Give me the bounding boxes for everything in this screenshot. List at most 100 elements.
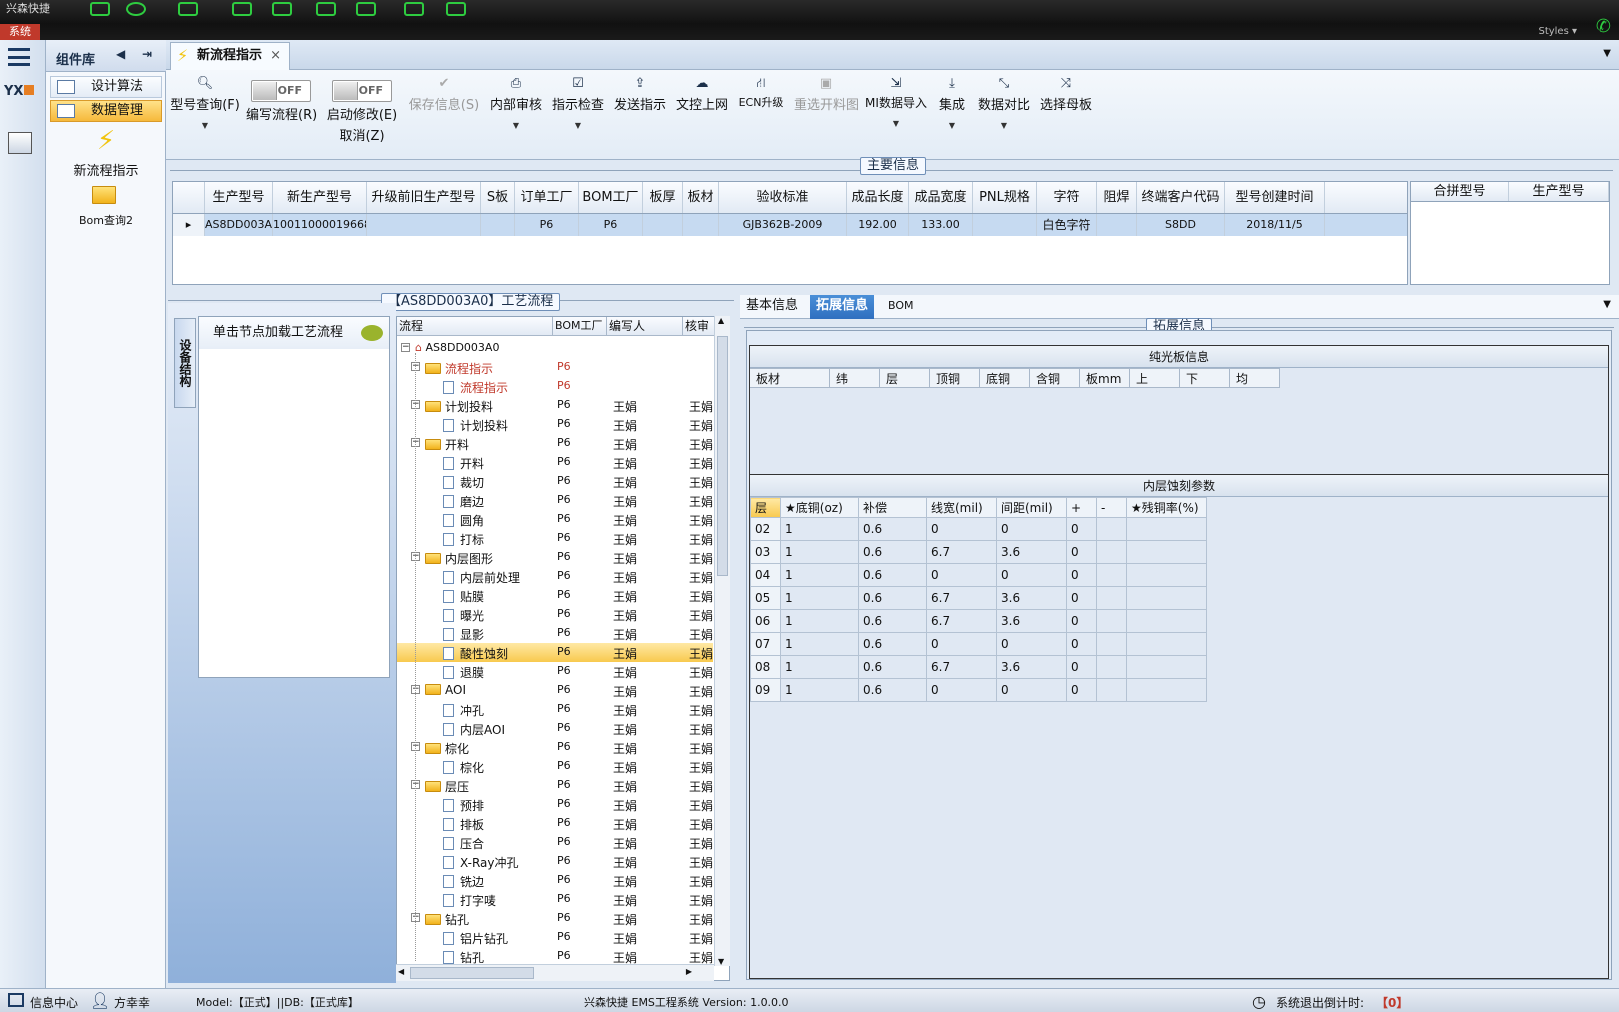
phone-icon[interactable]: ✆ [1596,16,1611,37]
search-icon[interactable] [90,2,110,16]
tree-node[interactable]: 压合 P6 王娟 王娟 [397,833,713,852]
table-cell[interactable]: 05 [750,586,781,610]
mi-import-button[interactable]: ⇲ MI数据导入 ▼ [864,76,928,128]
send-instruction-button[interactable]: ⇪ 发送指示 [612,76,668,113]
table-cell[interactable]: 0 [1066,586,1097,610]
data-compare-button[interactable]: ⤡ 数据对比 ▼ [976,76,1032,130]
upload-doc-button[interactable]: ☁ 文控上网 [674,76,730,113]
select-master-button[interactable]: ⤨ 选择母板 [1038,76,1094,113]
col-header[interactable]: 成品宽度 [909,182,973,213]
table-cell[interactable]: 03 [750,540,781,564]
col-header[interactable]: 新生产型号 [273,182,367,213]
table-cell[interactable]: 0.6 [858,563,927,587]
tree-node[interactable]: 内层AOI P6 王娟 王娟 [397,719,713,738]
scroll-right-icon[interactable]: ▶ [686,967,692,976]
table-cell[interactable]: 1 [780,517,859,541]
table-cell[interactable]: 0 [996,563,1067,587]
table-cell[interactable]: 0 [926,517,997,541]
table-cell[interactable] [1126,655,1207,679]
cancel-button[interactable]: 取消(Z) [326,125,398,144]
tree-node[interactable]: 酸性蚀刻 P6 王娟 王娟 [397,643,713,662]
table-row[interactable]: 08 1 0.6 6.7 3.6 0 [750,655,1207,679]
tree-node[interactable]: 铝片钻孔 P6 王娟 王娟 [397,928,713,947]
start-modify-toggle[interactable]: OFF 启动修改(E) 取消(Z) [326,76,398,144]
tree-group[interactable]: − 内层图形 P6 王娟 王娟 [397,548,713,567]
library-item-data[interactable]: 数据管理 [50,100,162,122]
menu-icon[interactable] [8,48,30,66]
col-header[interactable]: 终端客户代码 [1137,182,1225,213]
tree-node[interactable]: 排板 P6 王娟 王娟 [397,814,713,833]
table-cell[interactable]: 1 [780,609,859,633]
new-flow-instruction-item[interactable]: ⚡ 新流程指示 [46,126,166,179]
table-cell[interactable]: 0 [996,517,1067,541]
table-cell[interactable]: 3.6 [996,609,1067,633]
table-row[interactable]: 02 1 0.6 0 0 0 [750,517,1207,541]
col-header[interactable]: BOM工厂 [579,182,643,213]
table-cell[interactable] [1126,586,1207,610]
globe-icon[interactable] [126,2,146,16]
tab-new-flow-instruction[interactable]: ⚡ 新流程指示 × [170,42,290,70]
tab-basic-info[interactable]: 基本信息 [740,295,804,319]
table-cell[interactable]: 0 [926,632,997,656]
col-header[interactable]: 生产型号 [205,182,273,213]
table-cell[interactable]: 09 [750,678,781,702]
table-cell[interactable]: 0.6 [858,586,927,610]
pin-icon[interactable]: ⇥ [142,47,152,61]
table-cell[interactable] [1096,655,1127,679]
system-tab[interactable]: 系统 [0,24,40,40]
table-row[interactable]: 03 1 0.6 6.7 3.6 0 [750,540,1207,564]
monitor-icon[interactable] [446,2,466,16]
tree-group[interactable]: − 棕化 P6 王娟 王娟 [397,738,713,757]
integrate-button[interactable]: ⤓ 集成 ▼ [934,76,970,130]
col-header[interactable]: BOM工厂 [553,317,607,335]
tree-group[interactable]: − 层压 P6 王娟 王娟 [397,776,713,795]
table-cell[interactable]: 1 [780,678,859,702]
col-header[interactable]: 合拼型号 [1411,182,1509,201]
tree-vertical-scrollbar[interactable]: ▲ ▼ [714,316,730,966]
table-cell[interactable] [1126,517,1207,541]
table-row[interactable]: 06 1 0.6 6.7 3.6 0 [750,609,1207,633]
table-cell[interactable] [1126,540,1207,564]
collapse-icon[interactable]: − [401,343,410,352]
tree-node[interactable]: 圆角 P6 王娟 王娟 [397,510,713,529]
col-header[interactable]: 型号创建时间 [1225,182,1325,213]
scroll-up-icon[interactable]: ▲ [718,316,724,325]
table-cell[interactable]: 1 [780,563,859,587]
grid-icon[interactable] [178,2,198,16]
col-header[interactable]: 字符 [1037,182,1097,213]
form-icon[interactable] [272,2,292,16]
user-icon[interactable] [404,2,424,16]
ecn-upgrade-button[interactable]: ⛙ ECN升级 [736,76,786,110]
scroll-left-icon[interactable]: ◀ [398,967,404,976]
tools-icon[interactable] [232,2,252,16]
yx-logo-icon[interactable]: YX [4,84,38,114]
table-cell[interactable] [1126,632,1207,656]
table-cell[interactable] [1096,563,1127,587]
tree-group[interactable]: − 钻孔 P6 王娟 王娟 [397,909,713,928]
table-cell[interactable]: 0 [926,678,997,702]
table-cell[interactable] [1096,586,1127,610]
vertical-tab-equipment[interactable]: 设备结构 [174,318,196,408]
export-icon[interactable] [316,2,336,16]
internal-review-button[interactable]: ⎙ 内部审核 ▼ [488,76,544,130]
save-info-button[interactable]: ✔ 保存信息(S) [406,76,482,113]
info-center[interactable]: 信息中心 [30,994,78,1011]
table-cell[interactable]: 3.6 [996,586,1067,610]
tree-node[interactable]: 计划投料 P6 王娟 王娟 [397,415,713,434]
table-cell[interactable] [1096,632,1127,656]
table-row[interactable]: ▸ AS8DD003A0 10011000019668 P6 P6 GJB362… [173,214,1407,236]
col-header[interactable]: 板厚 [643,182,683,213]
type-query-button[interactable]: 🔍︎ 型号查询(F) ▼ [170,76,240,130]
chat-bubble-icon[interactable] [361,325,383,341]
table-cell[interactable]: 04 [750,563,781,587]
col-header[interactable]: 板材 [683,182,719,213]
table-row[interactable]: 05 1 0.6 6.7 3.6 0 [750,586,1207,610]
col-header[interactable]: 编写人 [607,317,683,335]
table-cell[interactable]: 6.7 [926,609,997,633]
col-header[interactable]: 阻焊 [1097,182,1137,213]
table-cell[interactable]: 0 [1066,517,1097,541]
table-cell[interactable]: 3.6 [996,540,1067,564]
tree-group[interactable]: − 开料 P6 王娟 王娟 [397,434,713,453]
tree-node[interactable]: 曝光 P6 王娟 王娟 [397,605,713,624]
edit-flow-switch[interactable]: OFF [251,80,311,102]
